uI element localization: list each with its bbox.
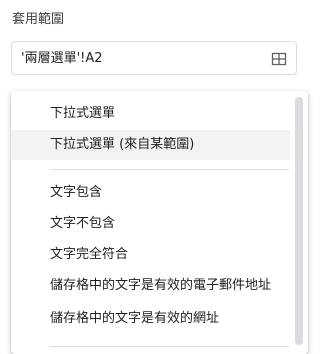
menu-item-dropdown[interactable]: 下拉式選單 <box>11 99 290 129</box>
apply-range-label: 套用範圍 <box>12 12 65 27</box>
data-validation-panel: 套用範圍 '兩層選單'!A2 下拉式選單 下拉式選單 (來自某範圍) 文字包含 … <box>0 0 312 354</box>
menu-item-text-is-valid-email[interactable]: 儲存格中的文字是有效的電子郵件地址 <box>11 271 290 301</box>
range-input[interactable]: '兩層選單'!A2 <box>11 41 297 75</box>
menu-item-dropdown-from-range[interactable]: 下拉式選單 (來自某範圍) <box>11 130 290 160</box>
menu-item-text-not-contains[interactable]: 文字不包含 <box>11 209 290 239</box>
menu-divider <box>50 346 289 347</box>
grid-select-range-icon[interactable] <box>271 51 287 67</box>
criteria-dropdown-menu[interactable]: 下拉式選單 下拉式選單 (來自某範圍) 文字包含 文字不包含 文字完全符合 儲存… <box>11 91 308 354</box>
menu-item-text-is-valid-url[interactable]: 儲存格中的文字是有效的網址 <box>11 304 290 334</box>
menu-item-text-exactly[interactable]: 文字完全符合 <box>11 240 290 270</box>
scrollbar-thumb[interactable] <box>295 97 303 345</box>
menu-divider <box>50 169 289 170</box>
range-input-value: '兩層選單'!A2 <box>21 51 103 66</box>
menu-item-text-contains[interactable]: 文字包含 <box>11 178 290 208</box>
scrollbar[interactable] <box>295 97 305 347</box>
